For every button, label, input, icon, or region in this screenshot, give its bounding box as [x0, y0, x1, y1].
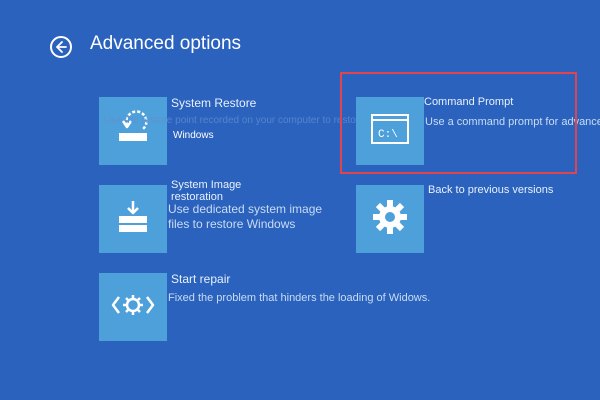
back-arrow-icon[interactable]: [50, 36, 72, 58]
back-previous-title[interactable]: Back to previous versions: [428, 184, 553, 196]
system-image-desc: Use dedicated system image files to rest…: [168, 202, 323, 231]
back-previous-tile[interactable]: [356, 185, 424, 253]
system-image-icon: [111, 195, 155, 244]
system-image-tile[interactable]: [99, 185, 167, 253]
system-restore-desc-ghost: Use the restore point recorded on your c…: [104, 115, 356, 126]
system-restore-tile[interactable]: [99, 97, 167, 165]
highlight-box: [340, 72, 577, 174]
start-repair-title[interactable]: Start repair: [171, 272, 230, 286]
system-restore-title[interactable]: System Restore: [171, 96, 256, 110]
advanced-options-screen: Advanced options System Restore Use the …: [0, 0, 600, 400]
page-title: Advanced options: [90, 33, 242, 54]
gear-icon: [370, 197, 410, 242]
start-repair-tile[interactable]: [99, 273, 167, 341]
system-restore-desc-tail: Windows: [173, 130, 214, 141]
restore-icon: [111, 107, 155, 156]
system-image-title[interactable]: System Image restoration: [171, 179, 251, 203]
repair-icon: [111, 291, 155, 324]
start-repair-desc: Fixed the problem that hinders the loadi…: [168, 292, 431, 304]
